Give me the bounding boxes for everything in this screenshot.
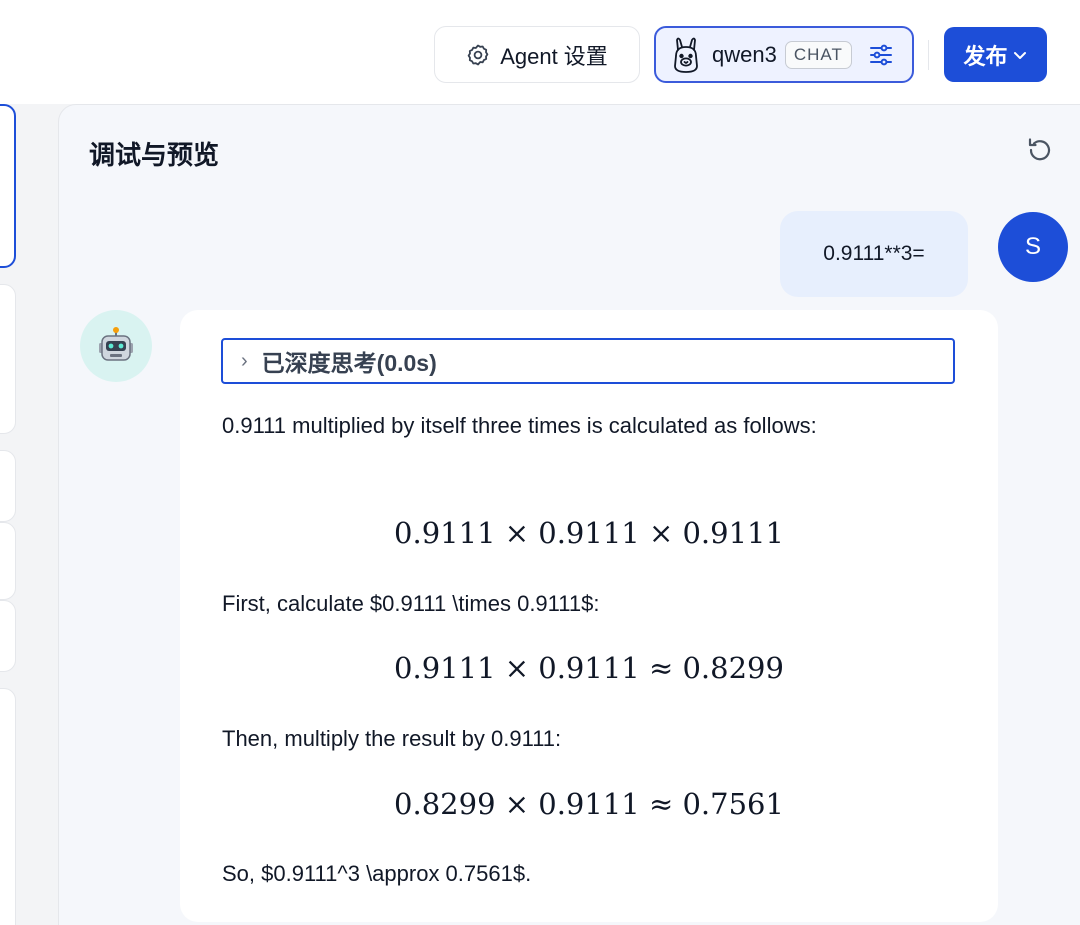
header-divider <box>928 40 929 70</box>
left-card-selected[interactable] <box>0 104 16 268</box>
left-card[interactable] <box>0 450 16 522</box>
sliders-icon[interactable] <box>868 42 894 68</box>
user-avatar[interactable]: S <box>998 212 1068 282</box>
agent-settings-button[interactable]: Agent 设置 <box>434 26 640 83</box>
math-equation: 0.9111 × 0.9111 × 0.9111 <box>394 516 784 550</box>
model-name: qwen3 <box>712 41 777 67</box>
math-equation: 0.9111 × 0.9111 ≈ 0.8299 <box>394 651 784 685</box>
agent-settings-label: Agent 设置 <box>500 43 608 69</box>
chevron-down-icon <box>1013 51 1026 59</box>
response-paragraph: 0.9111 multiplied by itself three times … <box>222 413 817 438</box>
user-message: 0.9111**3= <box>780 211 968 297</box>
thinking-toggle[interactable]: › 已深度思考(0.0s) <box>221 338 955 384</box>
bot-avatar <box>80 310 152 382</box>
publish-label: 发布 <box>963 43 1008 69</box>
publish-button[interactable]: 发布 <box>944 27 1047 82</box>
bot-message: › 已深度思考(0.0s) 0.9111 multiplied by itsel… <box>180 310 998 922</box>
left-card[interactable] <box>0 600 16 672</box>
model-selector-button[interactable]: qwen3 CHAT <box>654 26 914 83</box>
left-card[interactable] <box>0 688 16 925</box>
left-column <box>0 104 44 925</box>
gear-icon <box>467 44 489 65</box>
panel-title: 调试与预览 <box>89 140 220 170</box>
chevron-right-icon: › <box>241 349 248 372</box>
refresh-icon[interactable] <box>1025 135 1055 165</box>
user-message-text: 0.9111**3= <box>823 242 925 265</box>
robot-icon <box>99 327 133 361</box>
thinking-label: 已深度思考(0.0s) <box>261 350 437 376</box>
response-paragraph: Then, multiply the result by 0.9111: <box>222 726 562 751</box>
user-avatar-letter: S <box>1024 233 1041 260</box>
math-equation: 0.8299 × 0.9111 ≈ 0.7561 <box>394 787 784 821</box>
response-paragraph: So, $0.9111^3 \approx 0.7561$. <box>222 861 532 886</box>
llama-icon <box>674 37 698 73</box>
left-card[interactable] <box>0 284 16 434</box>
left-card[interactable] <box>0 522 16 600</box>
response-paragraph: First, calculate $0.9111 \times 0.9111$: <box>222 591 600 616</box>
model-type-badge: CHAT <box>784 40 852 69</box>
